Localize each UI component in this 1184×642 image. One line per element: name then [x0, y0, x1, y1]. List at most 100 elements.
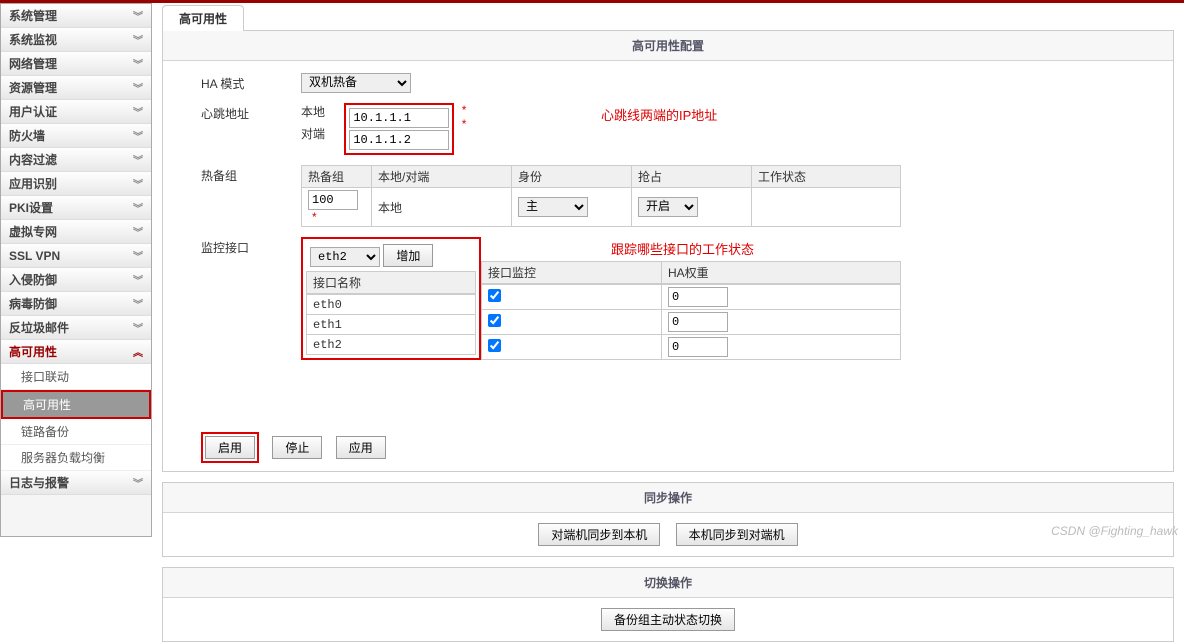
chevron-down-icon: ︾	[133, 224, 143, 239]
sidebar-item[interactable]: 系统监视 ︾	[1, 28, 151, 52]
tab-ha[interactable]: 高可用性	[162, 5, 244, 31]
sidebar-sub-item[interactable]: 接口联动	[1, 364, 151, 390]
ha-mode-select[interactable]: 双机热备	[301, 73, 411, 93]
table-row: eth1	[307, 315, 476, 335]
sidebar-sub-item[interactable]: 链路备份	[1, 419, 151, 445]
chevron-down-icon: ︾	[133, 248, 143, 263]
sidebar-item[interactable]: SSL VPN︾	[1, 244, 151, 268]
iface-select[interactable]: eth2	[310, 247, 380, 267]
watermark: CSDN @Fighting_hawk	[1051, 524, 1178, 538]
monitor-label: 监控接口	[171, 237, 301, 256]
chevron-down-icon: ︾	[133, 475, 143, 490]
enable-highlight: 启用	[201, 432, 259, 463]
preempt-select[interactable]: 开启	[638, 197, 698, 217]
switch-button[interactable]: 备份组主动状态切换	[601, 608, 735, 631]
chevron-down-icon: ︾	[133, 128, 143, 143]
sidebar-item[interactable]: 虚拟专网 ︾	[1, 220, 151, 244]
chevron-down-icon: ︾	[133, 8, 143, 23]
chevron-down-icon: ︾	[133, 272, 143, 287]
required-star: *	[312, 210, 317, 224]
sidebar-item[interactable]: 应用识别︾	[1, 172, 151, 196]
sidebar-item[interactable]: 入侵防御 ︾	[1, 268, 151, 292]
sync-peer-to-local-button[interactable]: 对端机同步到本机	[538, 523, 660, 546]
sidebar-item-label: 入侵防御	[9, 271, 57, 288]
sidebar-item-label: 系统管理	[9, 7, 57, 24]
table-row: eth0	[307, 295, 476, 315]
sidebar-item[interactable]: 防火墙 ︾	[1, 124, 151, 148]
sidebar-item-label: 系统监视	[9, 31, 57, 48]
enable-button[interactable]: 启用	[205, 436, 255, 459]
chevron-down-icon: ︾	[133, 152, 143, 167]
chevron-up-icon: ︽	[133, 344, 143, 359]
sidebar-item-label: 用户认证	[9, 103, 57, 120]
th-ha-weight: HA权重	[662, 262, 901, 284]
sidebar-item[interactable]: 病毒防御︾	[1, 292, 151, 316]
table-row	[482, 310, 901, 335]
peer-label: 对端	[301, 125, 341, 142]
section-sync: 同步操作 对端机同步到本机 本机同步到对端机	[162, 482, 1174, 557]
ha-weight-input[interactable]	[668, 337, 728, 357]
table-row	[482, 335, 901, 360]
sidebar-item-label: 网络管理	[9, 55, 57, 72]
required-star: *	[462, 117, 467, 131]
sidebar-item[interactable]: 反垃圾邮件 ︾	[1, 316, 151, 340]
chevron-down-icon: ︾	[133, 32, 143, 47]
ha-weight-input[interactable]	[668, 287, 728, 307]
th-local-peer: 本地/对端	[372, 166, 512, 188]
sidebar-item-label: 反垃圾邮件	[9, 319, 69, 336]
sidebar-item[interactable]: 日志与报警︾	[1, 471, 151, 495]
iface-monitor-checkbox[interactable]	[488, 314, 501, 327]
section-title-sync: 同步操作	[163, 483, 1173, 513]
section-switch: 切换操作 备份组主动状态切换	[162, 567, 1174, 642]
iface-name-cell: eth1	[307, 315, 476, 335]
ha-weight-input[interactable]	[668, 312, 728, 332]
group-input[interactable]	[308, 190, 358, 210]
status-cell	[752, 188, 901, 227]
add-button[interactable]: 增加	[383, 244, 433, 267]
iface-name-cell: eth2	[307, 335, 476, 355]
sidebar-item[interactable]: 用户认证︾	[1, 100, 151, 124]
section-title-config: 高可用性配置	[163, 31, 1173, 61]
sidebar-item-label: 内容过滤	[9, 151, 57, 168]
sync-local-to-peer-button[interactable]: 本机同步到对端机	[676, 523, 798, 546]
backup-group-table: 热备组 本地/对端 身份 抢占 工作状态 * 本地 主 开启	[301, 165, 901, 227]
chevron-down-icon: ︾	[133, 176, 143, 191]
local-ip-input[interactable]	[349, 108, 449, 128]
iface-monitor-checkbox[interactable]	[488, 289, 501, 302]
sidebar-item-label: 病毒防御	[9, 295, 57, 312]
peer-ip-input[interactable]	[349, 130, 449, 150]
sidebar-sub-item[interactable]: 服务器负载均衡	[1, 445, 151, 471]
role-select[interactable]: 主	[518, 197, 588, 217]
local-peer-cell: 本地	[372, 188, 512, 227]
th-iface-name: 接口名称	[307, 272, 476, 294]
chevron-down-icon: ︾	[133, 200, 143, 215]
apply-button[interactable]: 应用	[336, 436, 386, 459]
iface-monitor-checkbox[interactable]	[488, 339, 501, 352]
chevron-down-icon: ︾	[133, 320, 143, 335]
annotation-monitor: 跟踪哪些接口的工作状态	[611, 239, 754, 258]
main-area: 高可用性 高可用性配置 HA 模式 双机热备 心跳地址 本地	[152, 3, 1184, 542]
stop-button[interactable]: 停止	[272, 436, 322, 459]
table-header-row: 热备组 本地/对端 身份 抢占 工作状态	[302, 166, 901, 188]
table-row: eth2	[307, 335, 476, 355]
iface-table: 接口名称	[306, 271, 476, 294]
chevron-down-icon: ︾	[133, 56, 143, 71]
action-button-row: 启用 停止 应用	[171, 432, 1165, 463]
th-iface-monitor: 接口监控	[482, 262, 662, 284]
monitor-box: eth2 增加 接口名称 eth0eth1eth2	[301, 237, 481, 360]
th-role: 身份	[512, 166, 632, 188]
local-label: 本地	[301, 103, 341, 120]
sidebar-item[interactable]: 资源管理︾	[1, 76, 151, 100]
sidebar-item[interactable]: 系统管理 ︾	[1, 4, 151, 28]
chevron-down-icon: ︾	[133, 80, 143, 95]
sidebar-item[interactable]: 网络管理 ︾	[1, 52, 151, 76]
sidebar-item-label: 虚拟专网	[9, 223, 57, 240]
sidebar-item[interactable]: 高可用性︽	[1, 340, 151, 364]
sidebar-item-label: 防火墙	[9, 127, 45, 144]
sidebar-sub-item[interactable]: 高可用性	[1, 390, 151, 419]
th-group: 热备组	[302, 166, 372, 188]
heartbeat-box	[344, 103, 454, 155]
sidebar-item[interactable]: 内容过滤 ︾	[1, 148, 151, 172]
sidebar-item[interactable]: PKI设置︾	[1, 196, 151, 220]
iface-right-table: 接口监控 HA权重	[481, 261, 901, 284]
